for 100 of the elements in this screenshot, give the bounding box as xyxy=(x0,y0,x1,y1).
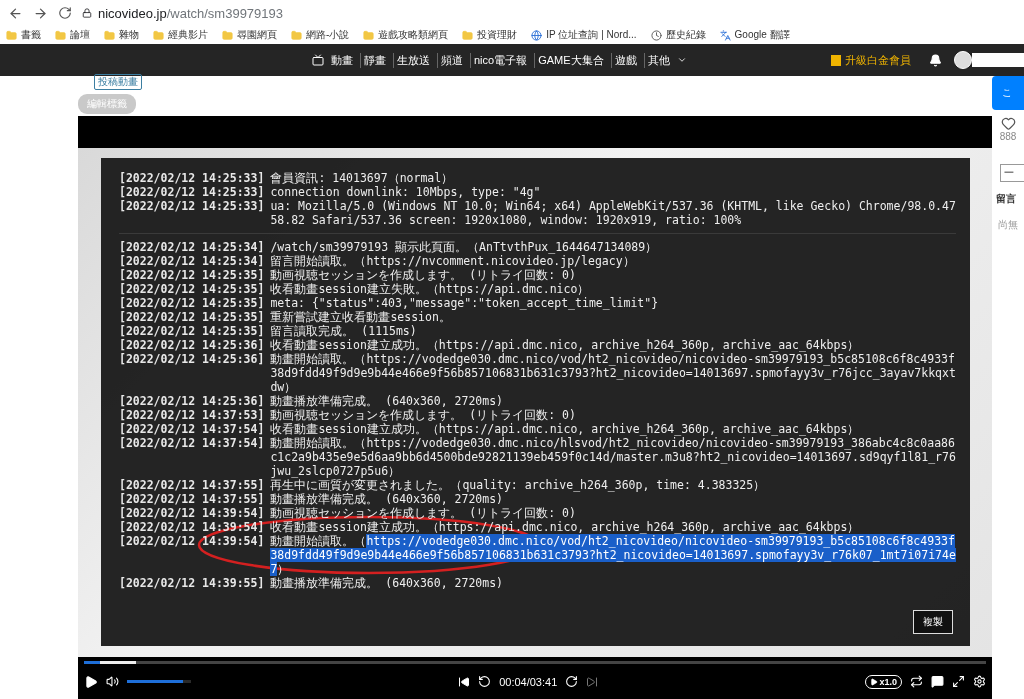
log-time: [2022/02/12 14:25:35] xyxy=(119,282,265,296)
log-message: 動画視聴セッションを作成します。 (リトライ回数: 0) xyxy=(270,268,577,282)
log-message: 再生中に画質が変更されました。（quality: archive_h264_360p, time: 4.383325） xyxy=(270,478,767,492)
bookmark-item[interactable]: IP 位址查詢 | Nord... xyxy=(531,28,637,42)
log-time: [2022/02/12 14:25:34] xyxy=(119,254,265,268)
comment-button[interactable] xyxy=(931,675,944,688)
bookmark-item[interactable]: 尋園網頁 xyxy=(222,28,277,42)
log-time: [2022/02/12 14:25:34] xyxy=(119,240,265,254)
nav-link[interactable]: 頻道 xyxy=(437,52,466,68)
reload-icon[interactable] xyxy=(58,6,72,20)
empty-comments-text: 尚無 xyxy=(998,218,1018,232)
log-message: 動畫開始讀取。（https://vodedge030.dmc.nico/hlsvod/ht2_nicovideo/nicovideo-sm39979193_386abc4c8c0aa86c1c2a9b435e9e5d6aa9bb6d4500bde92821139eb459f0c14d/master.m3u8?ht2_nicovideo=14013697.sd9qyf1l81_r76jwu_2slcp0727p5u6） xyxy=(270,436,956,478)
folder-icon xyxy=(104,29,115,41)
nav-link[interactable]: 遊戲 xyxy=(610,52,640,68)
skip-back-button[interactable] xyxy=(458,675,471,688)
log-time: [2022/02/12 14:25:35] xyxy=(119,296,265,310)
log-time: [2022/02/12 14:25:36] xyxy=(119,394,265,408)
folder-icon xyxy=(462,29,474,41)
repeat-button[interactable] xyxy=(910,675,923,688)
premium-link[interactable]: 升級白金會員 xyxy=(831,52,911,68)
nav-link[interactable]: nico電子報 xyxy=(470,52,531,68)
log-time: [2022/02/12 14:39:54] xyxy=(119,534,265,550)
log-time: [2022/02/12 14:25:35] xyxy=(119,310,265,324)
premium-icon xyxy=(831,54,841,66)
volume-button[interactable] xyxy=(106,675,119,688)
log-message: 動畫播放準備完成。 (640x360, 2720ms) xyxy=(270,576,505,590)
bookmark-item[interactable]: 網路-小說 xyxy=(291,28,350,42)
translate-icon xyxy=(719,29,731,41)
nav-link[interactable]: GAME大集合 xyxy=(534,52,607,68)
log-message: 收看動畫session建立成功。（https://api.dmc.nico, archive_h264_360p, archive_aac_64kbps） xyxy=(270,338,861,352)
sort-select[interactable]: 一 xyxy=(1000,164,1024,182)
settings-button[interactable] xyxy=(973,675,986,688)
lock-icon xyxy=(82,8,92,18)
log-time: [2022/02/12 14:39:55] xyxy=(119,576,265,590)
folder-icon xyxy=(6,29,17,41)
rewind-button[interactable] xyxy=(478,675,492,688)
log-message: 留言讀取完成。 (1115ms) xyxy=(270,324,418,338)
log-message: 動畫播放準備完成。 (640x360, 2720ms) xyxy=(270,492,505,506)
log-time: [2022/02/12 14:37:55] xyxy=(119,492,265,506)
like-count: 888 xyxy=(999,131,1017,142)
log-message: 動畫開始讀取。（https://vodedge030.dmc.nico/vod/ht2_nicovideo/nicovideo-sm39979193_b5c85108c6f8c4933f38d9fdd49f9d9e9b44e466e9f56b857106831b631c3793?ht2_nicovideo=14013697.spmofayy3v_r76k07_1mt7i07i74e7） xyxy=(270,534,956,576)
back-icon[interactable] xyxy=(8,5,23,21)
bookmark-item[interactable]: 投資理財 xyxy=(462,28,518,42)
bookmark-item[interactable]: 歷史紀錄 xyxy=(650,28,706,42)
log-message: meta: {"status":403,"message":"token_accept_time_limit"} xyxy=(270,296,660,310)
skip-forward-button[interactable] xyxy=(586,675,599,688)
nav-link[interactable]: 動畫 xyxy=(328,52,356,68)
sidebar-button[interactable]: こ xyxy=(992,76,1024,110)
log-message: ua: Mozilla/5.0 (Windows NT 10.0; Win64; x64) AppleWebKit/537.36 (KHTML, like Gecko) Chrome/98.0.4758.82 Safari/537.36 screen: 1920x1080, window: 1920x919, ratio: 100% xyxy=(270,199,956,227)
bookmark-item[interactable]: Google 翻譯 xyxy=(719,28,790,42)
log-time: [2022/02/12 14:37:55] xyxy=(119,478,265,492)
log-message: 動畫播放準備完成。 (640x360, 2720ms) xyxy=(270,394,505,408)
nav-link[interactable]: 生放送 xyxy=(393,52,433,68)
log-message: 收看動畫session建立失敗。（https://api.dmc.nico） xyxy=(270,282,591,296)
seek-track[interactable] xyxy=(84,661,986,664)
bell-icon[interactable] xyxy=(929,53,942,67)
log-time: [2022/02/12 14:39:54] xyxy=(119,506,265,520)
bookmark-item[interactable]: 書籤 xyxy=(6,28,41,42)
log-time: [2022/02/12 14:25:33] xyxy=(119,199,265,215)
heart-icon[interactable] xyxy=(1000,116,1016,131)
log-message: connection downlink: 10Mbps, type: "4g" xyxy=(270,185,542,199)
tv-icon[interactable] xyxy=(312,54,324,66)
time-display: 00:04/03:41 xyxy=(499,675,558,688)
globe-icon xyxy=(531,29,543,41)
log-time: [2022/02/12 14:25:36] xyxy=(119,338,265,352)
comments-title: 留言 xyxy=(996,192,1016,206)
bookmark-item[interactable]: 雜物 xyxy=(104,28,139,42)
play-icon xyxy=(870,677,879,686)
bookmark-item[interactable]: 遊戲攻略類網頁 xyxy=(363,28,449,42)
copy-button[interactable]: 複製 xyxy=(913,610,953,634)
log-message: 動画視聴セッションを作成します。 (リトライ回数: 0) xyxy=(270,408,577,422)
folder-icon xyxy=(153,29,164,41)
log-time: [2022/02/12 14:37:54] xyxy=(119,436,265,452)
log-time: [2022/02/12 14:25:35] xyxy=(119,324,265,338)
log-message: 重新嘗試建立收看動畫session。 xyxy=(270,310,452,324)
log-message: 會員資訊: 14013697（normal） xyxy=(270,171,455,185)
bookmark-item[interactable]: 經典影片 xyxy=(153,28,208,42)
log-time: [2022/02/12 14:37:53] xyxy=(119,408,265,422)
folder-icon xyxy=(55,29,66,41)
log-message: /watch/sm39979193 顯示此頁面。（AnTtvthPux_1644647134089） xyxy=(270,240,659,254)
nav-link[interactable]: 靜畫 xyxy=(360,52,389,68)
post-badge: 投稿動畫 xyxy=(94,74,142,90)
forward-button[interactable] xyxy=(565,675,579,688)
folder-icon xyxy=(363,29,375,41)
play-button[interactable] xyxy=(84,674,98,689)
log-message: 留言開始讀取。（https://nvcomment.nicovideo.jp/legacy） xyxy=(270,254,636,268)
bookmark-item[interactable]: 論壇 xyxy=(55,28,90,42)
avatar[interactable] xyxy=(954,51,972,69)
log-message: 動畫開始讀取。（https://vodedge030.dmc.nico/vod/ht2_nicovideo/nicovideo-sm39979193_b5c85108c6f8c4933f38d9fdd49f9d9e9b44e466e9f56b857106831b631c3793?ht2_nicovideo=14013697.spmofayy3v_r76jcc_3ayav7kkqxtdw） xyxy=(270,352,956,394)
address-bar[interactable]: nicovideo.jp/watch/sm39979193 xyxy=(82,5,283,21)
folder-icon xyxy=(222,29,233,41)
nav-link[interactable]: 其他 xyxy=(643,52,673,68)
fullscreen-button[interactable] xyxy=(952,675,965,688)
clock-icon xyxy=(650,29,662,41)
chevron-down-icon[interactable] xyxy=(676,55,687,65)
log-time: [2022/02/12 14:25:33] xyxy=(119,171,265,185)
redaction-bar xyxy=(972,53,1024,67)
forward-icon[interactable] xyxy=(33,5,48,21)
log-time: [2022/02/12 14:25:33] xyxy=(119,185,265,199)
log-time: [2022/02/12 14:25:36] xyxy=(119,352,265,368)
